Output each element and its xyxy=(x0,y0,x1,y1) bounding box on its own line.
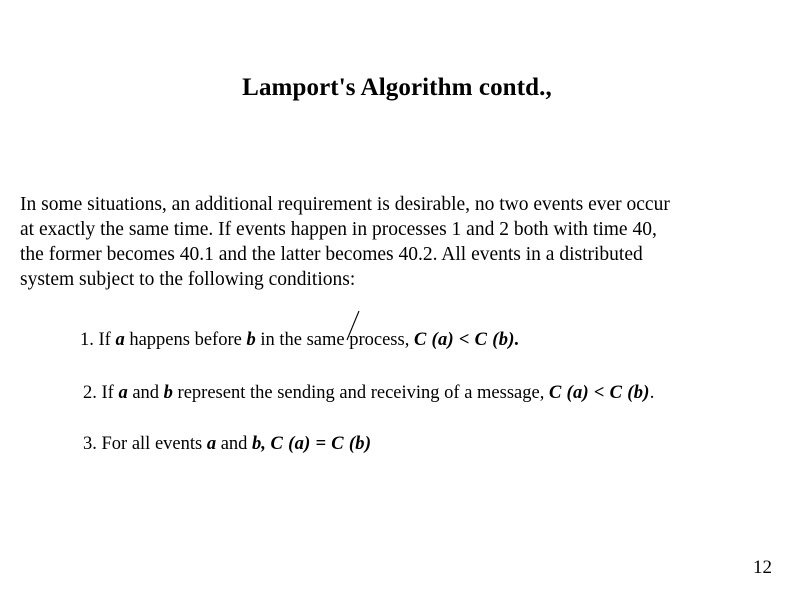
list-item-text-after: represent the sending and receiving of a… xyxy=(172,383,549,403)
list-item-text-before: If xyxy=(101,383,119,403)
clock-expression: C (a) = C (b) xyxy=(270,434,372,454)
list-item: 1. If a happens before b in the same pro… xyxy=(80,328,520,352)
body-line: the former becomes 40.1 and the latter b… xyxy=(20,244,643,265)
list-item-text-mid: and xyxy=(216,434,253,454)
clock-expression: C (a) < C (b) xyxy=(548,383,650,403)
list-item-trailing: . xyxy=(649,383,655,403)
clock-expression: C (a) < C (b). xyxy=(413,330,520,350)
list-item-number: 2. xyxy=(83,383,97,403)
list-item-text-mid: and xyxy=(127,383,164,403)
variable-b: b xyxy=(246,330,256,350)
variable-a: a xyxy=(118,383,128,403)
list-item-text-after: in the same process, xyxy=(255,330,414,350)
list-item: 3. For all events a and b, C (a) = C (b) xyxy=(83,432,371,456)
list-item-number: 1. xyxy=(80,330,94,350)
list-item-text-before: If xyxy=(98,330,116,350)
variable-a: a xyxy=(115,330,125,350)
list-item-text-mid: happens before xyxy=(124,330,247,350)
variable-b: b, xyxy=(252,434,266,454)
list-item: 2. If a and b represent the sending and … xyxy=(83,381,654,405)
body-line: at exactly the same time. If events happ… xyxy=(20,219,657,240)
list-item-number: 3. xyxy=(83,434,97,454)
page-title: Lamport's Algorithm contd., xyxy=(242,73,552,101)
body-line: system subject to the following conditio… xyxy=(20,269,356,290)
variable-b: b xyxy=(163,383,173,403)
body-line: In some situations, an additional requir… xyxy=(20,194,670,215)
body-paragraph: In some situations, an additional requir… xyxy=(20,192,776,292)
slide: Lamport's Algorithm contd., In some situ… xyxy=(0,0,794,595)
variable-a: a xyxy=(206,434,217,454)
list-item-text-before: For all events xyxy=(101,434,207,454)
page-number: 12 xyxy=(753,557,772,578)
